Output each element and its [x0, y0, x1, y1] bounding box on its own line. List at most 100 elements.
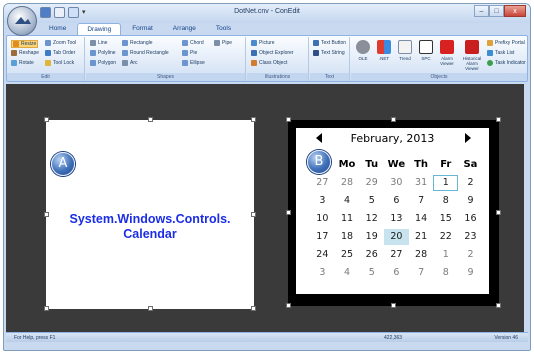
- calendar-day[interactable]: 3: [310, 193, 335, 209]
- calendar-day[interactable]: 9: [458, 265, 483, 281]
- drawing-canvas[interactable]: System.Windows.Controls. Calendar A Febr…: [6, 84, 528, 342]
- line-tool-button[interactable]: Line: [90, 40, 107, 46]
- resize-handle[interactable]: [286, 117, 291, 122]
- pipe-tool-button[interactable]: Pipe: [214, 40, 232, 46]
- chord-tool-button[interactable]: Chord: [182, 40, 204, 46]
- calendar-day[interactable]: 24: [310, 247, 335, 263]
- calendar-day[interactable]: 12: [359, 211, 384, 227]
- calendar-day[interactable]: 28: [409, 247, 434, 263]
- calendar-day[interactable]: 13: [384, 211, 409, 227]
- calendar-day[interactable]: 27: [310, 175, 335, 191]
- calendar-day[interactable]: 6: [384, 265, 409, 281]
- round-rectangle-tool-button[interactable]: Round Rectangle: [122, 50, 169, 56]
- resize-handle[interactable]: [251, 306, 256, 311]
- resize-handle[interactable]: [251, 212, 256, 217]
- tab-order-button[interactable]: Tab Order: [45, 50, 75, 56]
- calendar-day[interactable]: 6: [384, 193, 409, 209]
- calendar-day[interactable]: 15: [433, 211, 458, 227]
- calendar-day[interactable]: 28: [335, 175, 360, 191]
- polygon-tool-button[interactable]: Polygon: [90, 60, 116, 66]
- calendar-day[interactable]: 26: [359, 247, 384, 263]
- calendar-day[interactable]: 5: [359, 193, 384, 209]
- class-object-button[interactable]: Class Object: [251, 60, 287, 66]
- rectangle-tool-button[interactable]: Rectangle: [122, 40, 153, 46]
- task-list-button[interactable]: Task List: [487, 50, 514, 56]
- resize-handle[interactable]: [286, 210, 291, 215]
- previous-month-icon[interactable]: [316, 133, 322, 143]
- maximize-button[interactable]: □: [489, 5, 504, 17]
- calendar-day[interactable]: 17: [310, 229, 335, 245]
- calendar-day[interactable]: 29: [359, 175, 384, 191]
- tab-home[interactable]: Home: [40, 23, 75, 35]
- calendar-day[interactable]: 3: [310, 265, 335, 281]
- polyline-tool-button[interactable]: Polyline: [90, 50, 116, 56]
- calendar-day[interactable]: 1: [433, 247, 458, 263]
- calendar-day[interactable]: 8: [433, 193, 458, 209]
- text-button-button[interactable]: Text Button: [313, 40, 346, 46]
- next-month-icon[interactable]: [465, 133, 471, 143]
- object-explorer-button[interactable]: Object Explorer: [251, 50, 293, 56]
- calendar-day[interactable]: 4: [335, 265, 360, 281]
- resize-handle[interactable]: [44, 212, 49, 217]
- reshape-button[interactable]: Reshape: [11, 50, 39, 56]
- close-button[interactable]: x: [504, 5, 526, 17]
- ole-button[interactable]: OLE: [352, 40, 374, 61]
- calendar-object-rendered[interactable]: February, 2013 Su Mo Tu We Th Fr Sa: [288, 120, 499, 306]
- calendar-day[interactable]: 10: [310, 211, 335, 227]
- spc-button[interactable]: SPC: [415, 40, 437, 61]
- calendar-object-placeholder[interactable]: System.Windows.Controls. Calendar: [46, 120, 254, 309]
- calendar-month-title[interactable]: February, 2013: [296, 132, 489, 145]
- tab-tools[interactable]: Tools: [207, 23, 240, 35]
- calendar-day[interactable]: 7: [409, 265, 434, 281]
- tool-lock-button[interactable]: Tool Lock: [45, 60, 74, 66]
- application-menu-button[interactable]: [7, 6, 37, 36]
- calendar-day[interactable]: 27: [384, 247, 409, 263]
- calendar-day[interactable]: 4: [335, 193, 360, 209]
- resize-handle[interactable]: [148, 117, 153, 122]
- calendar-day[interactable]: 5: [359, 265, 384, 281]
- calendar-day[interactable]: 16: [458, 211, 483, 227]
- calendar-day-selected[interactable]: 20: [384, 229, 409, 245]
- task-indicator-button[interactable]: Task Indicator: [487, 60, 526, 66]
- calendar-day[interactable]: 2: [458, 247, 483, 263]
- calendar-day[interactable]: 19: [359, 229, 384, 245]
- resize-handle[interactable]: [391, 117, 396, 122]
- zoom-tool-button[interactable]: Zoom Tool: [45, 40, 76, 46]
- prefixy-portal-button[interactable]: Prefixy Portal: [487, 40, 525, 46]
- resize-button[interactable]: Resize: [11, 40, 39, 48]
- calendar-day[interactable]: 25: [335, 247, 360, 263]
- resize-handle[interactable]: [44, 117, 49, 122]
- calendar-day[interactable]: 30: [384, 175, 409, 191]
- text-string-button[interactable]: Text String: [313, 50, 345, 56]
- calendar-day[interactable]: 11: [335, 211, 360, 227]
- tab-arrange[interactable]: Arrange: [164, 23, 205, 35]
- historical-alarm-viewer-button[interactable]: Historical Alarm Viewer: [459, 40, 485, 71]
- calendar-day-today[interactable]: 1: [433, 175, 459, 191]
- rotate-button[interactable]: Rotate: [11, 60, 34, 66]
- resize-handle[interactable]: [496, 210, 501, 215]
- resize-handle[interactable]: [148, 306, 153, 311]
- ellipse-tool-button[interactable]: Ellipse: [182, 60, 205, 66]
- resize-handle[interactable]: [496, 117, 501, 122]
- dotnet-button[interactable]: .NET: [373, 40, 395, 61]
- calendar-day[interactable]: 14: [409, 211, 434, 227]
- picture-button[interactable]: Picture: [251, 40, 275, 46]
- tab-format[interactable]: Format: [123, 23, 162, 35]
- calendar-day[interactable]: 22: [433, 229, 458, 245]
- tab-drawing[interactable]: Drawing: [77, 23, 122, 35]
- resize-handle[interactable]: [251, 117, 256, 122]
- calendar-day[interactable]: 21: [409, 229, 434, 245]
- pie-tool-button[interactable]: Pie: [182, 50, 197, 56]
- calendar-day[interactable]: 9: [458, 193, 483, 209]
- resize-handle[interactable]: [286, 303, 291, 308]
- resize-handle[interactable]: [496, 303, 501, 308]
- resize-handle[interactable]: [391, 303, 396, 308]
- trend-button[interactable]: Trend: [394, 40, 416, 61]
- calendar-day[interactable]: 18: [335, 229, 360, 245]
- minimize-button[interactable]: –: [474, 5, 489, 17]
- calendar-day[interactable]: 7: [409, 193, 434, 209]
- calendar-day[interactable]: 8: [433, 265, 458, 281]
- arc-tool-button[interactable]: Arc: [122, 60, 138, 66]
- alarm-viewer-button[interactable]: Alarm Viewer: [436, 40, 458, 66]
- calendar-day[interactable]: 23: [458, 229, 483, 245]
